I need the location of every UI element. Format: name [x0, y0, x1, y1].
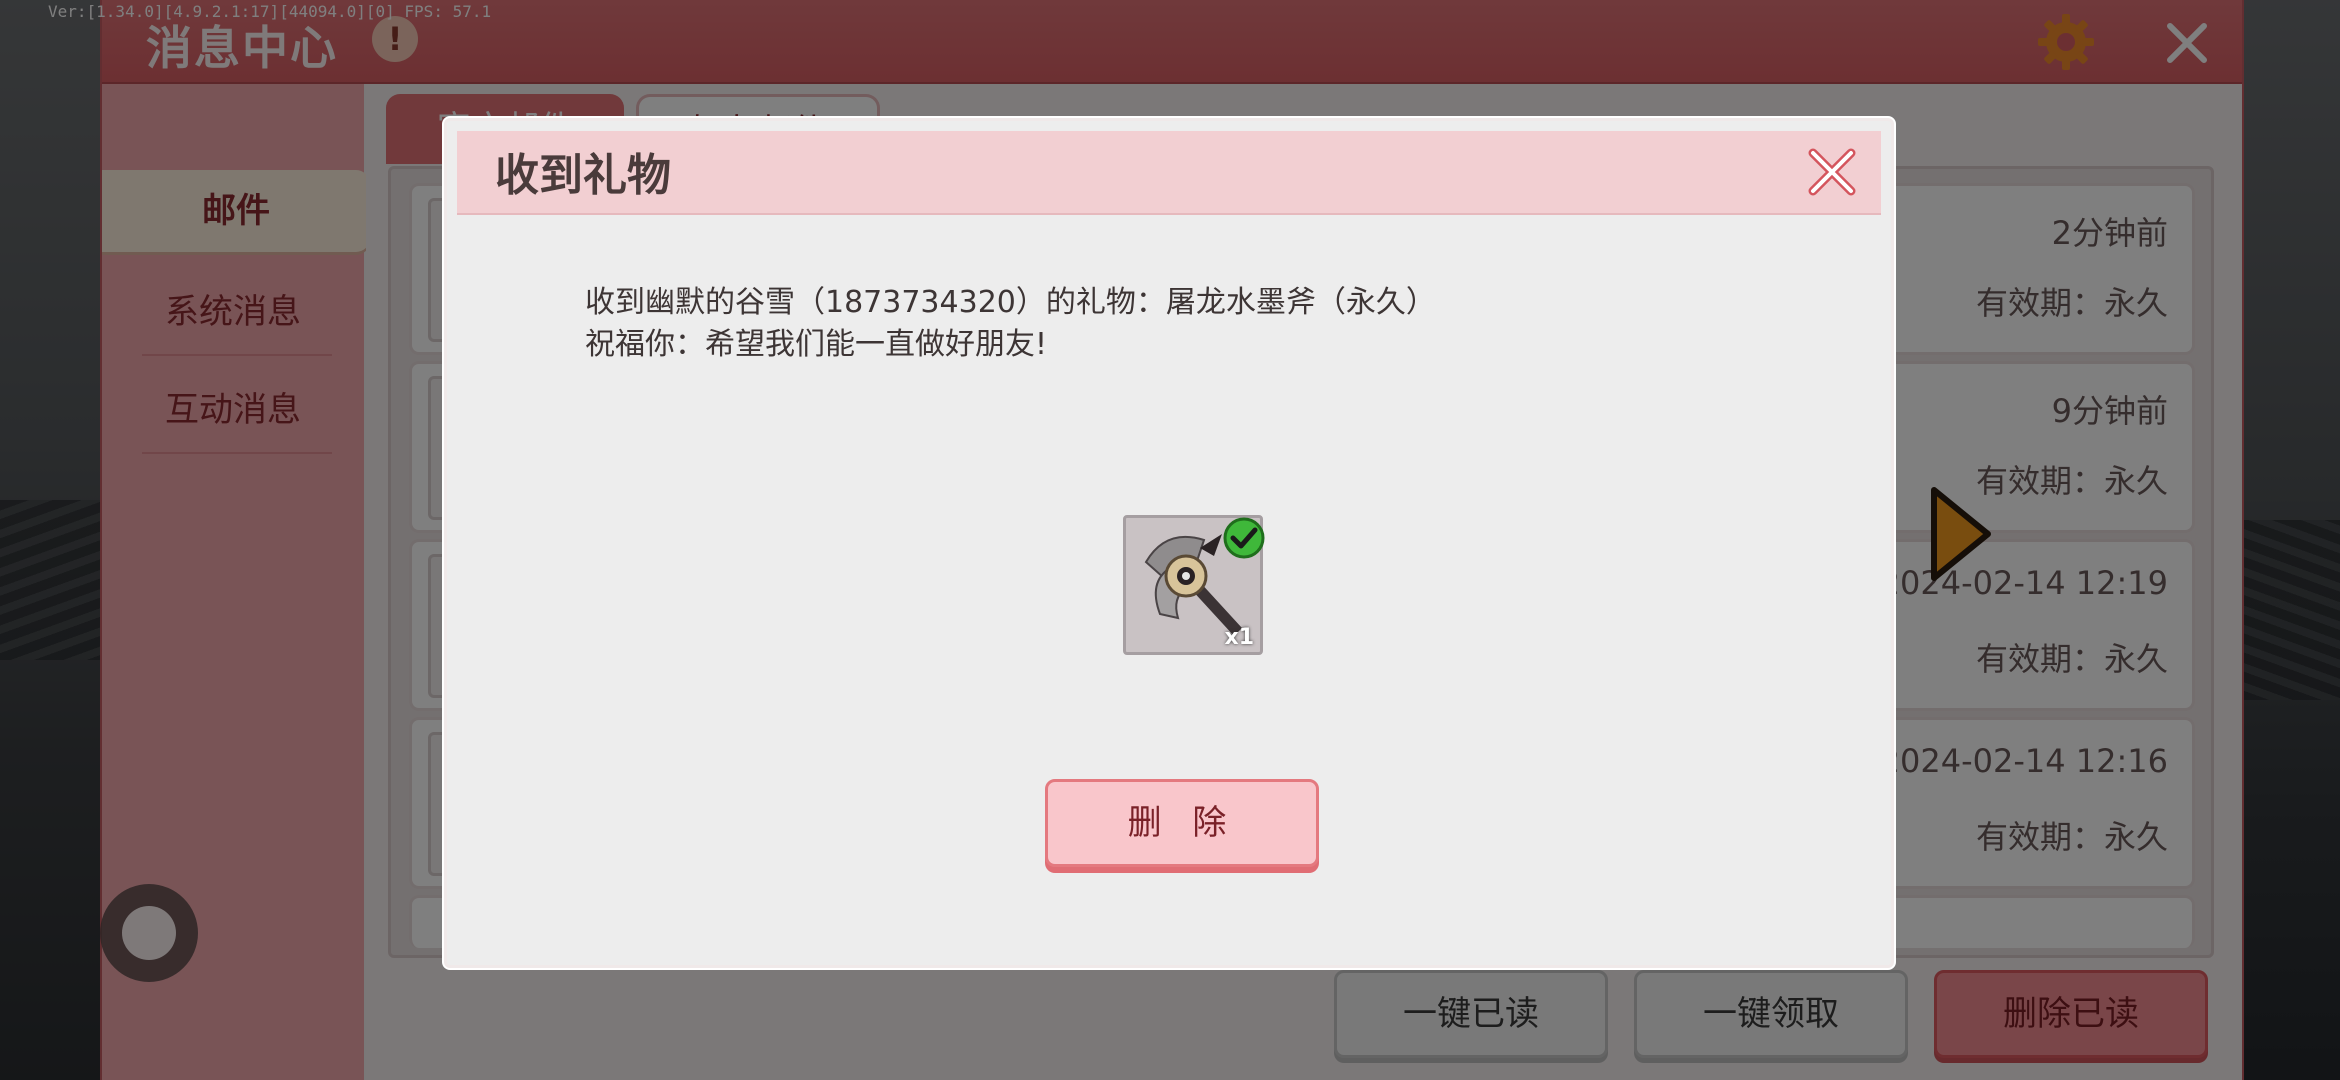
- delete-button[interactable]: 删 除: [1045, 779, 1319, 867]
- dialog-header: 收到礼物: [457, 131, 1881, 215]
- claimed-check-icon: [1222, 516, 1266, 560]
- dialog-title: 收到礼物: [495, 150, 671, 201]
- gift-dialog: 收到礼物 收到幽默的谷雪（1873734320）的礼物：屠龙水墨斧（永久） 祝福…: [444, 118, 1894, 968]
- dialog-message-line1: 收到幽默的谷雪（1873734320）的礼物：屠龙水墨斧（永久）: [585, 285, 1436, 320]
- gift-count: x1: [1224, 625, 1255, 650]
- close-icon[interactable]: [1805, 145, 1859, 199]
- gift-item-slot[interactable]: x1: [1123, 515, 1266, 655]
- dialog-message-line2: 祝福你：希望我们能一直做好朋友!: [585, 327, 1048, 362]
